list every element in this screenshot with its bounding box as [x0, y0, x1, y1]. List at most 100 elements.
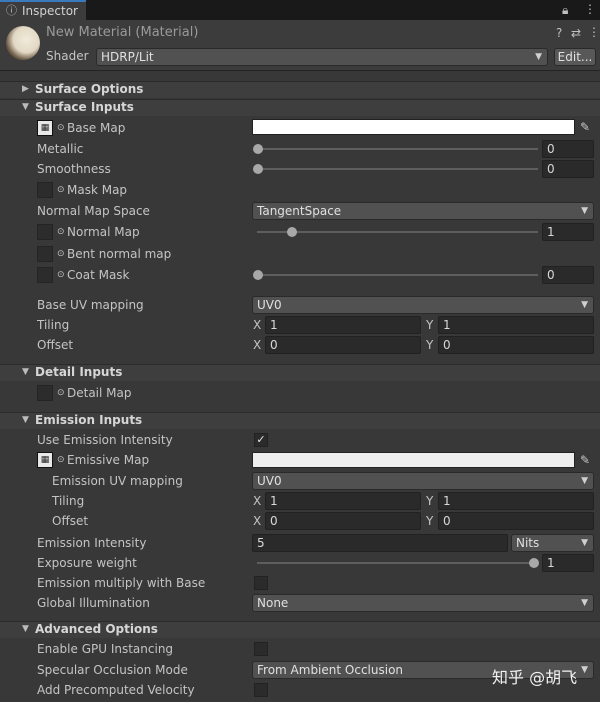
- global-illumination-label: Global Illumination: [37, 596, 150, 610]
- shader-dropdown[interactable]: HDRP/Lit ▼: [96, 48, 548, 66]
- preset-icon[interactable]: ⇄: [571, 26, 581, 40]
- emission-multiply-base-checkbox[interactable]: [254, 576, 268, 590]
- coat-mask-field[interactable]: 0: [542, 266, 594, 284]
- metallic-label: Metallic: [37, 142, 84, 156]
- eyedropper-icon[interactable]: ✎: [580, 119, 590, 135]
- dropdown-value: From Ambient Occlusion: [257, 663, 404, 677]
- normal-map-space-dropdown[interactable]: TangentSpace ▼: [252, 202, 594, 220]
- smoothness-label: Smoothness: [37, 162, 111, 176]
- shader-label: Shader: [46, 49, 89, 63]
- intensity-unit-dropdown[interactable]: Nits ▼: [511, 534, 594, 552]
- eyedropper-icon[interactable]: ✎: [580, 452, 590, 468]
- slider-track[interactable]: [257, 562, 538, 564]
- smoothness-slider-handle[interactable]: [253, 164, 263, 174]
- bent-normal-map-label: Bent normal map: [67, 247, 172, 261]
- texture-slot[interactable]: [37, 267, 53, 283]
- gpu-instancing-checkbox[interactable]: [254, 642, 268, 656]
- foldout-expanded-icon: ▼: [22, 415, 29, 425]
- precomputed-velocity-checkbox[interactable]: [254, 683, 268, 697]
- exposure-weight-field[interactable]: 1: [542, 554, 594, 572]
- detail-map-label: Detail Map: [67, 386, 132, 400]
- shader-value: HDRP/Lit: [101, 50, 154, 64]
- object-picker-icon[interactable]: ⊙: [57, 385, 65, 401]
- tab-label: Inspector: [22, 4, 78, 18]
- foldout-collapsed-icon: ▶: [22, 84, 29, 94]
- texture-thumbnail-icon[interactable]: ▦: [37, 452, 53, 468]
- material-preview: [6, 26, 40, 60]
- chevron-down-icon: ▼: [581, 476, 588, 486]
- lock-icon[interactable]: 🔒︎: [562, 3, 568, 17]
- texture-slot[interactable]: [37, 224, 53, 240]
- normal-map-field[interactable]: 1: [542, 223, 594, 241]
- precomputed-velocity-label: Add Precomputed Velocity: [37, 683, 195, 697]
- use-emission-intensity-checkbox[interactable]: ✓: [254, 433, 268, 447]
- metallic-field[interactable]: 0: [542, 140, 594, 158]
- slider-track[interactable]: [257, 168, 538, 170]
- emission-tiling-y-field[interactable]: 1: [438, 492, 594, 510]
- watermark: 知乎 @胡飞: [492, 668, 578, 687]
- base-uv-mapping-label: Base UV mapping: [37, 298, 144, 312]
- offset-y-field[interactable]: 0: [438, 336, 594, 354]
- tiling-x-field[interactable]: 1: [265, 316, 421, 334]
- y-label: Y: [426, 494, 434, 508]
- y-label: Y: [426, 514, 434, 528]
- foldout-expanded-icon: ▼: [22, 102, 29, 112]
- texture-thumbnail-icon[interactable]: ▦: [37, 120, 53, 136]
- x-label: X: [253, 318, 262, 332]
- chevron-down-icon: ▼: [581, 665, 588, 675]
- object-picker-icon[interactable]: ⊙: [57, 120, 65, 136]
- normal-map-space-label: Normal Map Space: [37, 204, 150, 218]
- section-title: Surface Inputs: [35, 100, 134, 114]
- emission-intensity-field[interactable]: 5: [252, 534, 508, 552]
- emission-tiling-label: Tiling: [52, 494, 85, 508]
- x-label: X: [253, 514, 262, 528]
- global-illumination-dropdown[interactable]: None ▼: [252, 594, 594, 612]
- object-picker-icon[interactable]: ⊙: [57, 267, 65, 283]
- object-picker-icon[interactable]: ⊙: [57, 452, 65, 468]
- texture-slot[interactable]: [37, 385, 53, 401]
- chevron-down-icon: ▼: [581, 300, 588, 310]
- dropdown-value: None: [257, 596, 289, 610]
- object-picker-icon[interactable]: ⊙: [57, 182, 65, 198]
- edit-shader-button[interactable]: Edit...: [554, 48, 596, 66]
- texture-slot[interactable]: [37, 182, 53, 198]
- y-label: Y: [426, 318, 434, 332]
- emission-offset-x-field[interactable]: 0: [265, 512, 421, 530]
- slider-track[interactable]: [257, 148, 538, 150]
- smoothness-field[interactable]: 0: [542, 160, 594, 178]
- dropdown-value: Nits: [516, 536, 540, 550]
- emission-offset-y-field[interactable]: 0: [438, 512, 594, 530]
- exposure-weight-slider-handle[interactable]: [529, 558, 539, 568]
- emission-tiling-x-field[interactable]: 1: [265, 492, 421, 510]
- offset-x-field[interactable]: 0: [265, 336, 421, 354]
- specular-occlusion-label: Specular Occlusion Mode: [37, 663, 188, 677]
- section-title: Emission Inputs: [35, 413, 143, 427]
- mask-map-label: Mask Map: [67, 183, 128, 197]
- coat-mask-slider-handle[interactable]: [253, 270, 263, 280]
- slider-track[interactable]: [257, 274, 538, 276]
- gpu-instancing-label: Enable GPU Instancing: [37, 642, 174, 656]
- base-uv-mapping-dropdown[interactable]: UV0 ▼: [252, 296, 594, 314]
- object-picker-icon[interactable]: ⊙: [57, 246, 65, 262]
- coat-mask-label: Coat Mask: [67, 268, 130, 282]
- section-title: Surface Options: [35, 82, 144, 96]
- texture-slot[interactable]: [37, 246, 53, 262]
- section-title: Advanced Options: [35, 622, 158, 636]
- dropdown-value: UV0: [257, 474, 282, 488]
- section-title: Detail Inputs: [35, 365, 123, 379]
- tab-inspector[interactable]: ⓘ Inspector: [0, 0, 86, 20]
- metallic-slider-handle[interactable]: [253, 144, 263, 154]
- emission-uv-mapping-dropdown[interactable]: UV0 ▼: [252, 472, 594, 490]
- normal-map-slider-handle[interactable]: [287, 227, 297, 237]
- emissive-color-field[interactable]: [252, 452, 575, 468]
- more-icon[interactable]: ⋮: [588, 25, 600, 39]
- tiling-y-field[interactable]: 1: [438, 316, 594, 334]
- slider-track[interactable]: [257, 231, 538, 233]
- menu-icon[interactable]: ⋮: [584, 2, 596, 16]
- normal-map-label: Normal Map: [67, 225, 140, 239]
- help-icon[interactable]: ?: [556, 26, 562, 40]
- use-emission-intensity-label: Use Emission Intensity: [37, 433, 173, 447]
- base-color-field[interactable]: [252, 119, 575, 135]
- info-icon: ⓘ: [6, 4, 17, 17]
- object-picker-icon[interactable]: ⊙: [57, 224, 65, 240]
